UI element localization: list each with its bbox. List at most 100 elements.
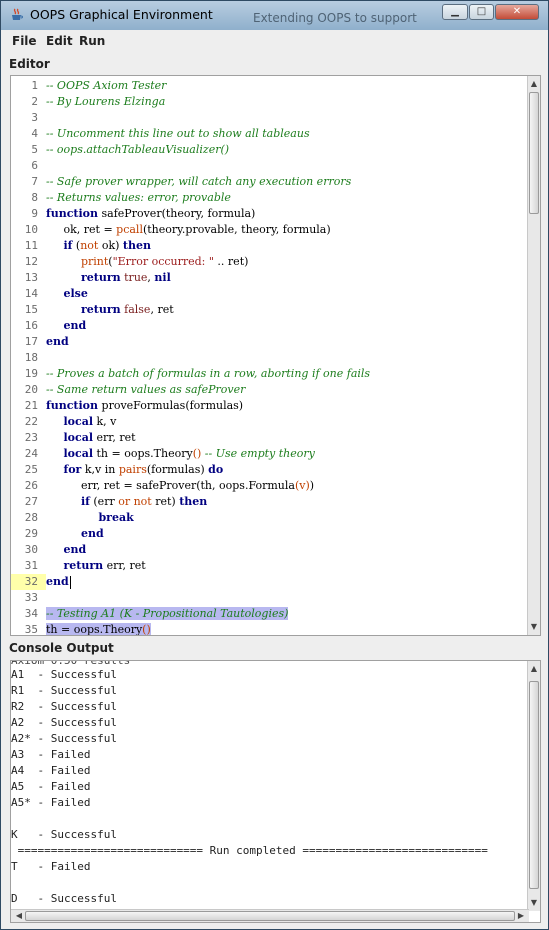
code-token: (v) [294, 479, 310, 492]
console-output[interactable]: Axiom 0.50 results A1 - Successful R1 - S… [10, 660, 541, 923]
line-number: 13 [24, 271, 38, 284]
editor-vertical-scrollbar[interactable]: ▲ ▼ [527, 76, 540, 635]
line-number: 1 [31, 79, 38, 92]
code-token: ) [309, 479, 315, 492]
code-line[interactable]: return true, nil [46, 270, 171, 286]
line-number: 31 [24, 559, 38, 572]
code-token: end [46, 575, 69, 588]
line-number: 32 [11, 574, 46, 590]
console-scroll-thumb[interactable] [529, 681, 539, 889]
console-line: A3 - Failed [11, 748, 91, 761]
code-line[interactable]: -- By Lourens Elzinga [46, 94, 165, 110]
scroll-down-icon[interactable]: ▼ [528, 621, 540, 633]
line-number: 2 [31, 95, 38, 108]
code-line[interactable]: end [46, 318, 86, 334]
code-line[interactable]: break [46, 510, 133, 526]
code-token: do [208, 463, 224, 476]
code-line[interactable]: else [46, 286, 87, 302]
code-line[interactable]: local err, ret [46, 430, 136, 446]
code-line[interactable]: local k, v [46, 414, 116, 430]
code-line[interactable]: ok, ret = pcall(theory.provable, theory,… [46, 222, 331, 238]
text-caret [69, 575, 71, 589]
code-line[interactable]: end [46, 334, 69, 350]
title-bar[interactable]: OOPS Graphical Environment Extending OOP… [1, 1, 548, 30]
code-token: nil [154, 271, 171, 284]
code-line[interactable]: local th = oops.Theory() -- Use empty th… [46, 446, 315, 462]
code-token: return [63, 559, 104, 572]
console-line: K - Successful [11, 828, 117, 841]
code-editor[interactable]: 1 2 3 4 5 6 7 8 9 10 11 12 13 14 15 16 17 18 19 20 21 22 23 24 2… [10, 75, 541, 636]
code-line[interactable]: if (err or not ret) then [46, 494, 207, 510]
code-line[interactable]: end [46, 574, 71, 590]
menu-run[interactable]: Run [79, 34, 105, 48]
line-number: 33 [24, 591, 38, 604]
console-line: T - Failed [11, 860, 91, 873]
code-line[interactable]: for k,v in pairs(formulas) do [46, 462, 223, 478]
code-token: return [80, 271, 121, 284]
code-line[interactable]: function proveFormulas(formulas) [46, 398, 243, 414]
editor-label: Editor [9, 57, 50, 71]
close-button[interactable]: ✕ [495, 4, 539, 20]
scroll-up-icon[interactable]: ▲ [528, 663, 540, 675]
console-line: R1 - Successful [11, 684, 117, 697]
line-number: 25 [24, 463, 38, 476]
menu-edit[interactable]: Edit [46, 34, 73, 48]
code-token: return [80, 303, 121, 316]
console-horizontal-scrollbar[interactable]: ◀ ▶ [11, 909, 529, 922]
code-token: (theory.provable, theory, formula) [142, 223, 331, 236]
console-vertical-scrollbar[interactable]: ▲ ▼ [527, 661, 540, 911]
code-token: () [142, 623, 151, 636]
line-number: 21 [24, 399, 38, 412]
menu-file[interactable]: File [12, 34, 37, 48]
code-line[interactable]: err, ret = safeProver(th, oops.Formula(v… [46, 478, 314, 494]
code-line[interactable]: -- Testing A1 (K - Propositional Tautolo… [46, 606, 289, 622]
maximize-button[interactable]: □ [469, 4, 494, 20]
code-line[interactable]: -- Proves a batch of formulas in a row, … [46, 366, 370, 382]
code-line[interactable]: return err, ret [46, 558, 145, 574]
app-window: OOPS Graphical Environment Extending OOP… [0, 0, 549, 930]
line-number: 23 [24, 431, 38, 444]
code-token: end [80, 527, 104, 540]
console-line: A2 - Successful [11, 716, 117, 729]
code-line[interactable]: if (not ok) then [46, 238, 151, 254]
code-line[interactable]: function safeProver(theory, formula) [46, 206, 255, 222]
code-token: local [63, 415, 94, 428]
code-line[interactable]: -- oops.attachTableauVisualizer() [46, 142, 229, 158]
line-number: 12 [24, 255, 38, 268]
code-line[interactable]: print("Error occurred: " .. ret) [46, 254, 248, 270]
code-line[interactable]: -- Same return values as safeProver [46, 382, 245, 398]
minimize-button[interactable]: ▁ [442, 4, 468, 20]
console-hscroll-thumb[interactable] [25, 911, 515, 921]
scroll-right-icon[interactable]: ▶ [515, 910, 527, 922]
code-line[interactable]: -- Safe prover wrapper, will catch any e… [46, 174, 351, 190]
code-token: err, ret [93, 431, 136, 444]
scroll-left-icon[interactable]: ◀ [13, 910, 25, 922]
line-number: 11 [24, 239, 38, 252]
code-token: pairs [118, 463, 147, 476]
editor-scroll-thumb[interactable] [529, 92, 539, 214]
console-line: A2* - Successful [11, 732, 117, 745]
code-line[interactable]: -- Uncomment this line out to show all t… [46, 126, 310, 142]
code-token: th = oops.Theory [46, 623, 143, 636]
scroll-down-icon[interactable]: ▼ [528, 897, 540, 909]
minimize-icon: ▁ [451, 6, 459, 17]
code-line[interactable]: end [46, 526, 104, 542]
code-token: pcall [116, 223, 143, 236]
code-line[interactable]: end [46, 542, 86, 558]
code-line[interactable]: -- OOPS Axiom Tester [46, 78, 166, 94]
line-number: 9 [31, 207, 38, 220]
code-token: ok) [98, 239, 123, 252]
code-line[interactable]: th = oops.Theory() [46, 622, 151, 636]
scroll-up-icon[interactable]: ▲ [528, 78, 540, 90]
code-token: false [124, 303, 151, 316]
code-line[interactable]: return false, ret [46, 302, 174, 318]
code-line[interactable]: -- Returns values: error, provable [46, 190, 231, 206]
code-token: -- Use empty theory [204, 447, 315, 460]
